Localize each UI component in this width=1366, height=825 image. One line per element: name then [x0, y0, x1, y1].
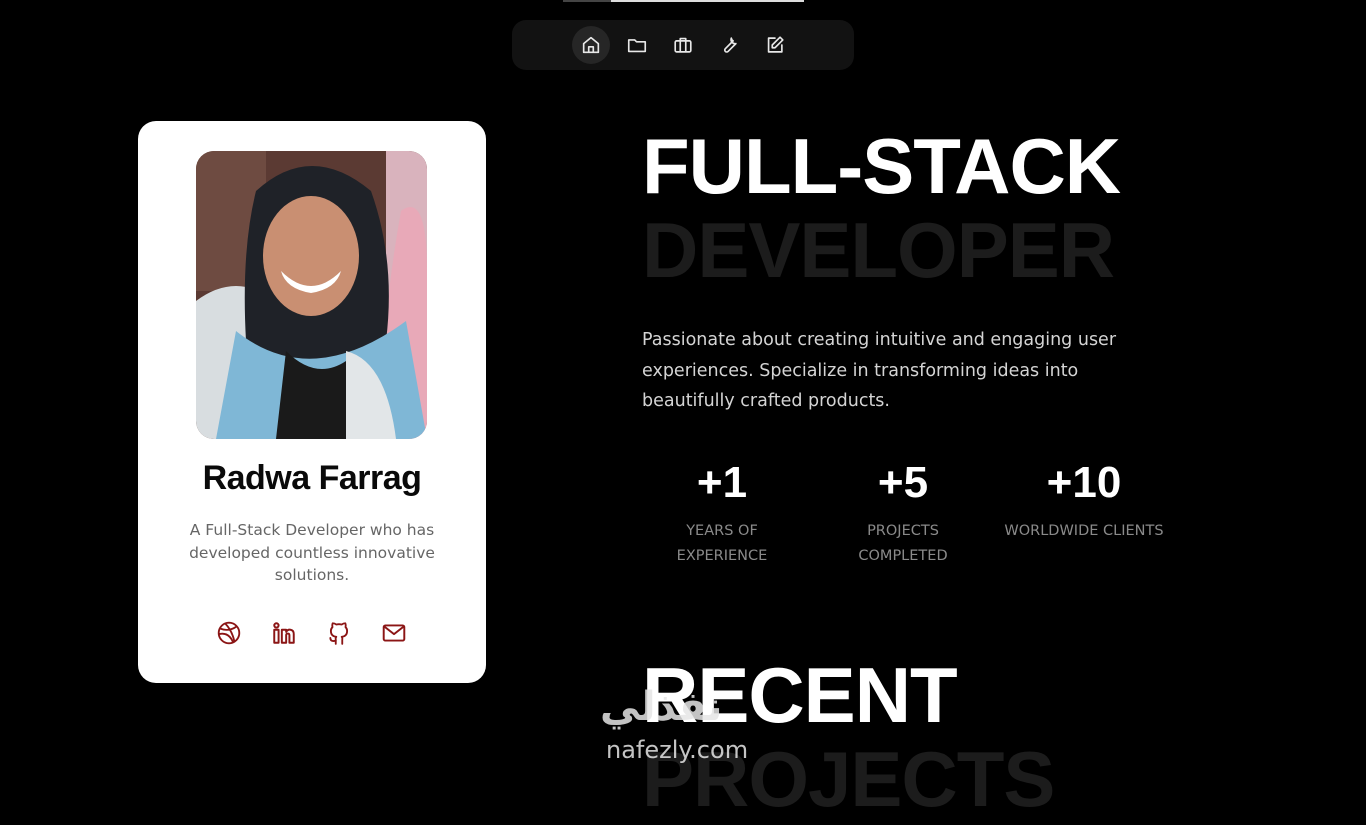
scroll-progress-bar: [563, 0, 804, 2]
linkedin-icon: [273, 622, 295, 644]
watermark-arabic-text: نفذلي: [600, 684, 723, 730]
dribbble-icon: [217, 621, 241, 645]
stat-projects: +5 PROJECTS COMPLETED: [813, 455, 993, 569]
profile-bio: A Full-Stack Developer who has developed…: [189, 521, 435, 584]
profile-photo-image: [196, 151, 427, 439]
home-icon: [582, 36, 600, 54]
stat-label: WORLDWIDE CLIENTS: [994, 519, 1174, 544]
linkedin-link[interactable]: [269, 618, 299, 648]
stat-label: PROJECTS COMPLETED: [813, 519, 993, 569]
stat-label: YEARS OF EXPERIENCE: [632, 519, 812, 569]
top-navbar: [512, 20, 854, 70]
profile-photo: [196, 151, 427, 439]
stat-label-line: PROJECTS: [867, 523, 939, 539]
hero-intro: Passionate about creating intuitive and …: [642, 330, 1117, 411]
nav-experience-button[interactable]: [664, 26, 702, 64]
nav-projects-button[interactable]: [618, 26, 656, 64]
stat-years: +1 YEARS OF EXPERIENCE: [632, 455, 812, 569]
stat-label-line: COMPLETED: [858, 548, 948, 564]
hero-title-line2: DEVELOPER: [642, 206, 1115, 294]
briefcase-icon: [674, 37, 692, 53]
scroll-progress-fill: [563, 0, 611, 2]
stat-value: +10: [1046, 458, 1122, 507]
hero-title-line1: FULL-STACK: [642, 122, 1121, 210]
github-icon: [329, 622, 349, 645]
nav-tools-button[interactable]: [710, 26, 748, 64]
github-link[interactable]: [324, 618, 354, 648]
profile-card: Radwa Farrag A Full-Stack Developer who …: [138, 121, 486, 683]
stat-value: +5: [877, 458, 929, 507]
social-links: [214, 618, 414, 648]
stat-clients: +10 WORLDWIDE CLIENTS: [994, 455, 1174, 544]
dribbble-link[interactable]: [214, 618, 244, 648]
email-link[interactable]: [379, 618, 409, 648]
watermark-domain-text: nafezly.com: [606, 736, 749, 764]
nav-home-button[interactable]: [572, 26, 610, 64]
stat-label-line: YEARS OF: [686, 523, 758, 539]
folder-icon: [627, 39, 647, 53]
stat-label-line: EXPERIENCE: [676, 548, 768, 564]
stat-value: +1: [696, 458, 748, 507]
wrench-icon: [724, 37, 737, 53]
edit-icon: [767, 36, 784, 53]
stat-label-line: WORLDWIDE CLIENTS: [1004, 523, 1164, 539]
profile-name: Radwa Farrag: [202, 459, 422, 497]
nav-contact-button[interactable]: [756, 26, 794, 64]
nafezly-watermark: نفذلي nafezly.com: [598, 684, 768, 768]
mail-icon: [382, 624, 406, 642]
